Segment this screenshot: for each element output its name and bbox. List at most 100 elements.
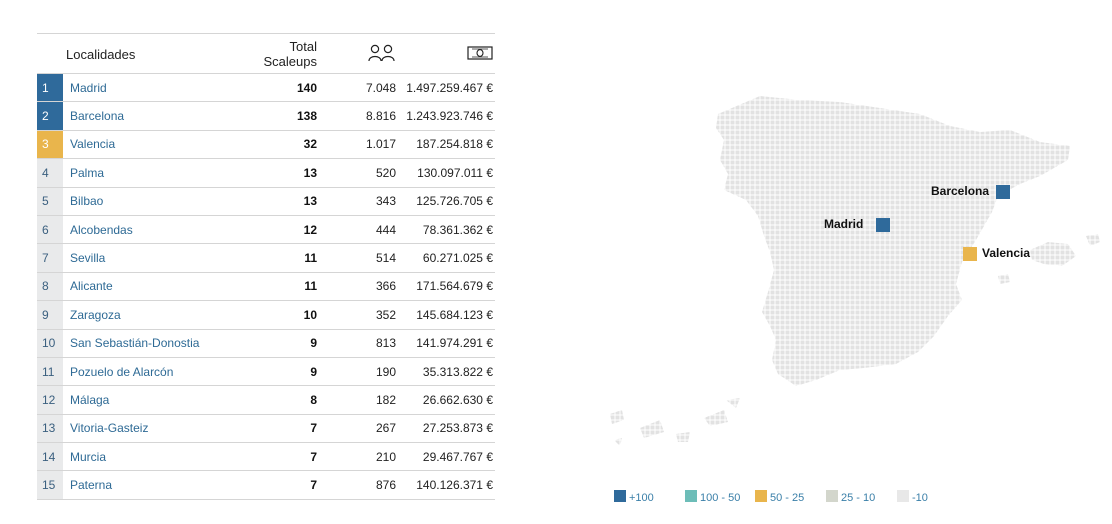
investment-cell: 1.497.259.467 € bbox=[406, 80, 493, 95]
canary-islands bbox=[610, 398, 740, 446]
total-scaleups-cell: 140 bbox=[296, 80, 317, 95]
investment-cell: 171.564.679 € bbox=[416, 279, 493, 294]
investment-cell: 78.361.362 € bbox=[422, 222, 493, 237]
rank-cell: 9 bbox=[37, 301, 63, 329]
rank-cell: 7 bbox=[37, 244, 63, 272]
investment-cell: 1.243.923.746 € bbox=[406, 109, 493, 124]
city-link[interactable]: San Sebastián-Donostia bbox=[70, 330, 199, 357]
city-link[interactable]: Zaragoza bbox=[70, 301, 121, 328]
banknote-icon bbox=[467, 45, 493, 61]
investment-cell: 26.662.630 € bbox=[422, 392, 493, 407]
investment-cell: 35.313.822 € bbox=[422, 364, 493, 379]
investment-cell: 141.974.291 € bbox=[416, 336, 493, 351]
total-scaleups-cell: 7 bbox=[310, 421, 317, 436]
rank-cell: 6 bbox=[37, 215, 63, 244]
employees-cell: 267 bbox=[375, 421, 396, 436]
employees-cell: 7.048 bbox=[365, 80, 396, 95]
legend-label: +100 bbox=[629, 492, 654, 504]
investment-cell: 140.126.371 € bbox=[416, 478, 493, 493]
employees-cell: 444 bbox=[375, 222, 396, 237]
rank-cell: 14 bbox=[37, 443, 63, 471]
rank-cell: 13 bbox=[37, 414, 63, 443]
employees-cell: 182 bbox=[375, 392, 396, 407]
rank-cell: 11 bbox=[37, 357, 63, 386]
peninsula-shape bbox=[716, 96, 1070, 386]
spain-map: Barcelona Madrid Valencia bbox=[600, 80, 1112, 460]
employees-cell: 190 bbox=[375, 364, 396, 379]
employees-cell: 366 bbox=[375, 279, 396, 294]
rank-cell: 3 bbox=[37, 130, 63, 159]
city-marker-barcelona[interactable] bbox=[996, 185, 1010, 199]
city-link[interactable]: Bilbao bbox=[70, 188, 103, 215]
total-scaleups-cell: 32 bbox=[303, 137, 317, 152]
total-scaleups-cell: 13 bbox=[303, 165, 317, 180]
table-row: 11 Pozuelo de Alarcón 9 190 35.313.822 € bbox=[37, 357, 495, 387]
city-label-valencia: Valencia bbox=[982, 246, 1031, 260]
total-scaleups-cell: 9 bbox=[310, 336, 317, 351]
total-scaleups-cell: 13 bbox=[303, 194, 317, 209]
table-body: 1 Madrid 140 7.048 1.497.259.467 € 2 Barcelona… bbox=[37, 74, 495, 500]
total-scaleups-cell: 12 bbox=[303, 222, 317, 237]
rank-cell: 12 bbox=[37, 386, 63, 414]
table-row: 13 Vitoria-Gasteiz 7 267 27.253.873 € bbox=[37, 414, 495, 444]
table-row: 5 Bilbao 13 343 125.726.705 € bbox=[37, 187, 495, 216]
total-scaleups-cell: 7 bbox=[310, 449, 317, 464]
city-link[interactable]: Palma bbox=[70, 159, 104, 186]
table-row: 14 Murcia 7 210 29.467.767 € bbox=[37, 443, 495, 472]
table-row: 12 Málaga 8 182 26.662.630 € bbox=[37, 386, 495, 415]
city-link[interactable]: Paterna bbox=[70, 471, 112, 498]
total-scaleups-cell: 11 bbox=[304, 279, 317, 294]
employees-cell: 343 bbox=[375, 194, 396, 209]
rank-cell: 4 bbox=[37, 159, 63, 187]
rank-cell: 10 bbox=[37, 329, 63, 357]
employees-cell: 1.017 bbox=[365, 137, 396, 152]
city-link[interactable]: Sevilla bbox=[70, 244, 105, 271]
rank-cell: 5 bbox=[37, 187, 63, 215]
investment-cell: 187.254.818 € bbox=[416, 137, 493, 152]
employees-cell: 210 bbox=[375, 449, 396, 464]
investment-cell: 130.097.011 € bbox=[417, 165, 493, 180]
city-link[interactable]: Málaga bbox=[70, 386, 109, 413]
city-link[interactable]: Murcia bbox=[70, 443, 106, 470]
city-link[interactable]: Valencia bbox=[70, 131, 115, 158]
city-marker-madrid[interactable] bbox=[876, 218, 890, 232]
people-icon bbox=[367, 44, 397, 62]
employees-cell: 813 bbox=[375, 336, 396, 351]
header-total-line1: Total bbox=[289, 39, 317, 54]
table-row: 4 Palma 13 520 130.097.011 € bbox=[37, 159, 495, 188]
city-link[interactable]: Alicante bbox=[70, 273, 113, 300]
table-row: 10 San Sebastián-Donostia 9 813 141.974.291 … bbox=[37, 329, 495, 358]
legend-label: -10 bbox=[912, 492, 928, 504]
employees-cell: 514 bbox=[375, 251, 396, 266]
spain-map-graphic bbox=[610, 96, 1100, 446]
table-row: 2 Barcelona 138 8.816 1.243.923.746 € bbox=[37, 102, 495, 131]
header-total-scaleups: Total Scaleups bbox=[264, 39, 317, 69]
city-link[interactable]: Vitoria-Gasteiz bbox=[70, 415, 148, 442]
employees-cell: 352 bbox=[375, 307, 396, 322]
rank-cell: 1 bbox=[37, 74, 63, 102]
total-scaleups-cell: 11 bbox=[304, 251, 317, 266]
employees-cell: 520 bbox=[375, 165, 396, 180]
city-marker-valencia[interactable] bbox=[963, 247, 977, 261]
city-link[interactable]: Alcobendas bbox=[70, 216, 133, 243]
rank-cell: 15 bbox=[37, 471, 63, 499]
investment-cell: 125.726.705 € bbox=[416, 194, 493, 209]
investment-cell: 60.271.025 € bbox=[422, 251, 493, 266]
legend-label: 25 - 10 bbox=[841, 492, 876, 504]
legend-label: 100 - 50 bbox=[700, 492, 741, 504]
city-link[interactable]: Madrid bbox=[70, 74, 107, 101]
legend-swatch bbox=[826, 490, 838, 502]
header-total-line2: Scaleups bbox=[263, 54, 317, 69]
header-localidades: Localidades bbox=[66, 47, 136, 62]
table-row: 9 Zaragoza 10 352 145.684.123 € bbox=[37, 301, 495, 330]
legend-swatch bbox=[897, 490, 909, 502]
table-row: 1 Madrid 140 7.048 1.497.259.467 € bbox=[37, 74, 495, 103]
rank-cell: 8 bbox=[37, 272, 63, 301]
table-header: Localidades Total Scaleups bbox=[37, 33, 495, 74]
total-scaleups-cell: 9 bbox=[310, 364, 317, 379]
city-link[interactable]: Barcelona bbox=[70, 102, 124, 129]
total-scaleups-cell: 8 bbox=[310, 392, 317, 407]
table-row: 8 Alicante 11 366 171.564.679 € bbox=[37, 272, 495, 302]
city-link[interactable]: Pozuelo de Alarcón bbox=[70, 358, 173, 385]
legend-swatch bbox=[755, 490, 767, 502]
